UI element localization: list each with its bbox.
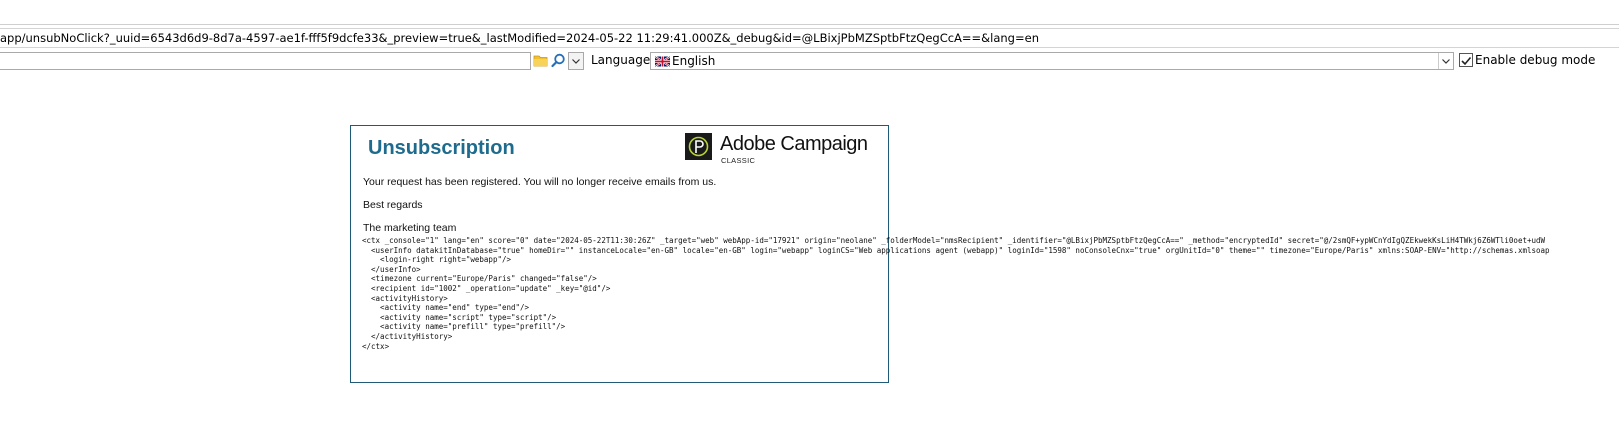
logo-subtitle: CLASSIC bbox=[721, 156, 756, 165]
debug-checkbox[interactable] bbox=[1459, 53, 1473, 67]
xml-line: <activityHistory> bbox=[362, 293, 448, 303]
xml-line: </ctx> bbox=[362, 341, 390, 351]
signature-text: The marketing team bbox=[363, 222, 457, 234]
window-divider bbox=[0, 24, 1619, 25]
search-input[interactable] bbox=[0, 52, 531, 70]
xml-line: <login-right right="webapp"/> bbox=[362, 255, 512, 265]
language-select[interactable]: English bbox=[650, 52, 1454, 70]
unsubscription-panel: Unsubscription Adobe Campaign CLASSIC Yo… bbox=[350, 125, 1550, 383]
address-bar[interactable]: app/unsubNoClick?_uuid=6543d6d9-8d7a-459… bbox=[0, 28, 1619, 48]
adobe-campaign-logo: Adobe Campaign CLASSIC bbox=[685, 133, 868, 165]
xml-line: <recipient id="1002" _operation="update"… bbox=[362, 283, 611, 293]
folder-icon[interactable] bbox=[532, 52, 549, 69]
confirmation-message: Your request has been registered. You wi… bbox=[363, 176, 717, 188]
search-dropdown-button[interactable] bbox=[568, 52, 584, 70]
debug-context-xml: <ctx _console="1" lang="en" score="0" da… bbox=[362, 236, 1550, 351]
xml-line: <activity name="prefill" type="prefill"/… bbox=[362, 322, 566, 332]
language-dropdown-arrow[interactable] bbox=[1438, 53, 1453, 69]
xml-line: <ctx _console="1" lang="en" score="0" da… bbox=[362, 236, 1546, 245]
url-text[interactable]: app/unsubNoClick?_uuid=6543d6d9-8d7a-459… bbox=[0, 29, 1039, 47]
language-value: English bbox=[672, 54, 716, 68]
xml-line: </activityHistory> bbox=[362, 331, 453, 341]
xml-line: <userInfo datakitInDatabase="true" homeD… bbox=[362, 245, 1550, 255]
magnifier-icon[interactable] bbox=[550, 52, 567, 69]
adobe-campaign-logo-icon bbox=[685, 133, 712, 160]
xml-line: <activity name="end" type="end"/> bbox=[362, 303, 530, 313]
preview-toolbar: Language: English Enable debug mode bbox=[0, 52, 1619, 70]
xml-line: </userInfo> bbox=[362, 264, 421, 274]
debug-label[interactable]: Enable debug mode bbox=[1475, 52, 1595, 69]
xml-line: <timezone current="Europe/Paris" changed… bbox=[362, 274, 597, 284]
chevron-down-icon bbox=[1442, 59, 1450, 64]
language-label: Language: bbox=[591, 53, 655, 67]
regards-text: Best regards bbox=[363, 199, 423, 211]
checkmark-icon bbox=[1461, 56, 1472, 66]
xml-line: <activity name="script" type="script"/> bbox=[362, 312, 557, 322]
chevron-down-icon bbox=[572, 59, 580, 64]
uk-flag-icon bbox=[655, 56, 670, 67]
page-title: Unsubscription bbox=[368, 137, 515, 159]
logo-name: Adobe Campaign bbox=[720, 133, 868, 155]
